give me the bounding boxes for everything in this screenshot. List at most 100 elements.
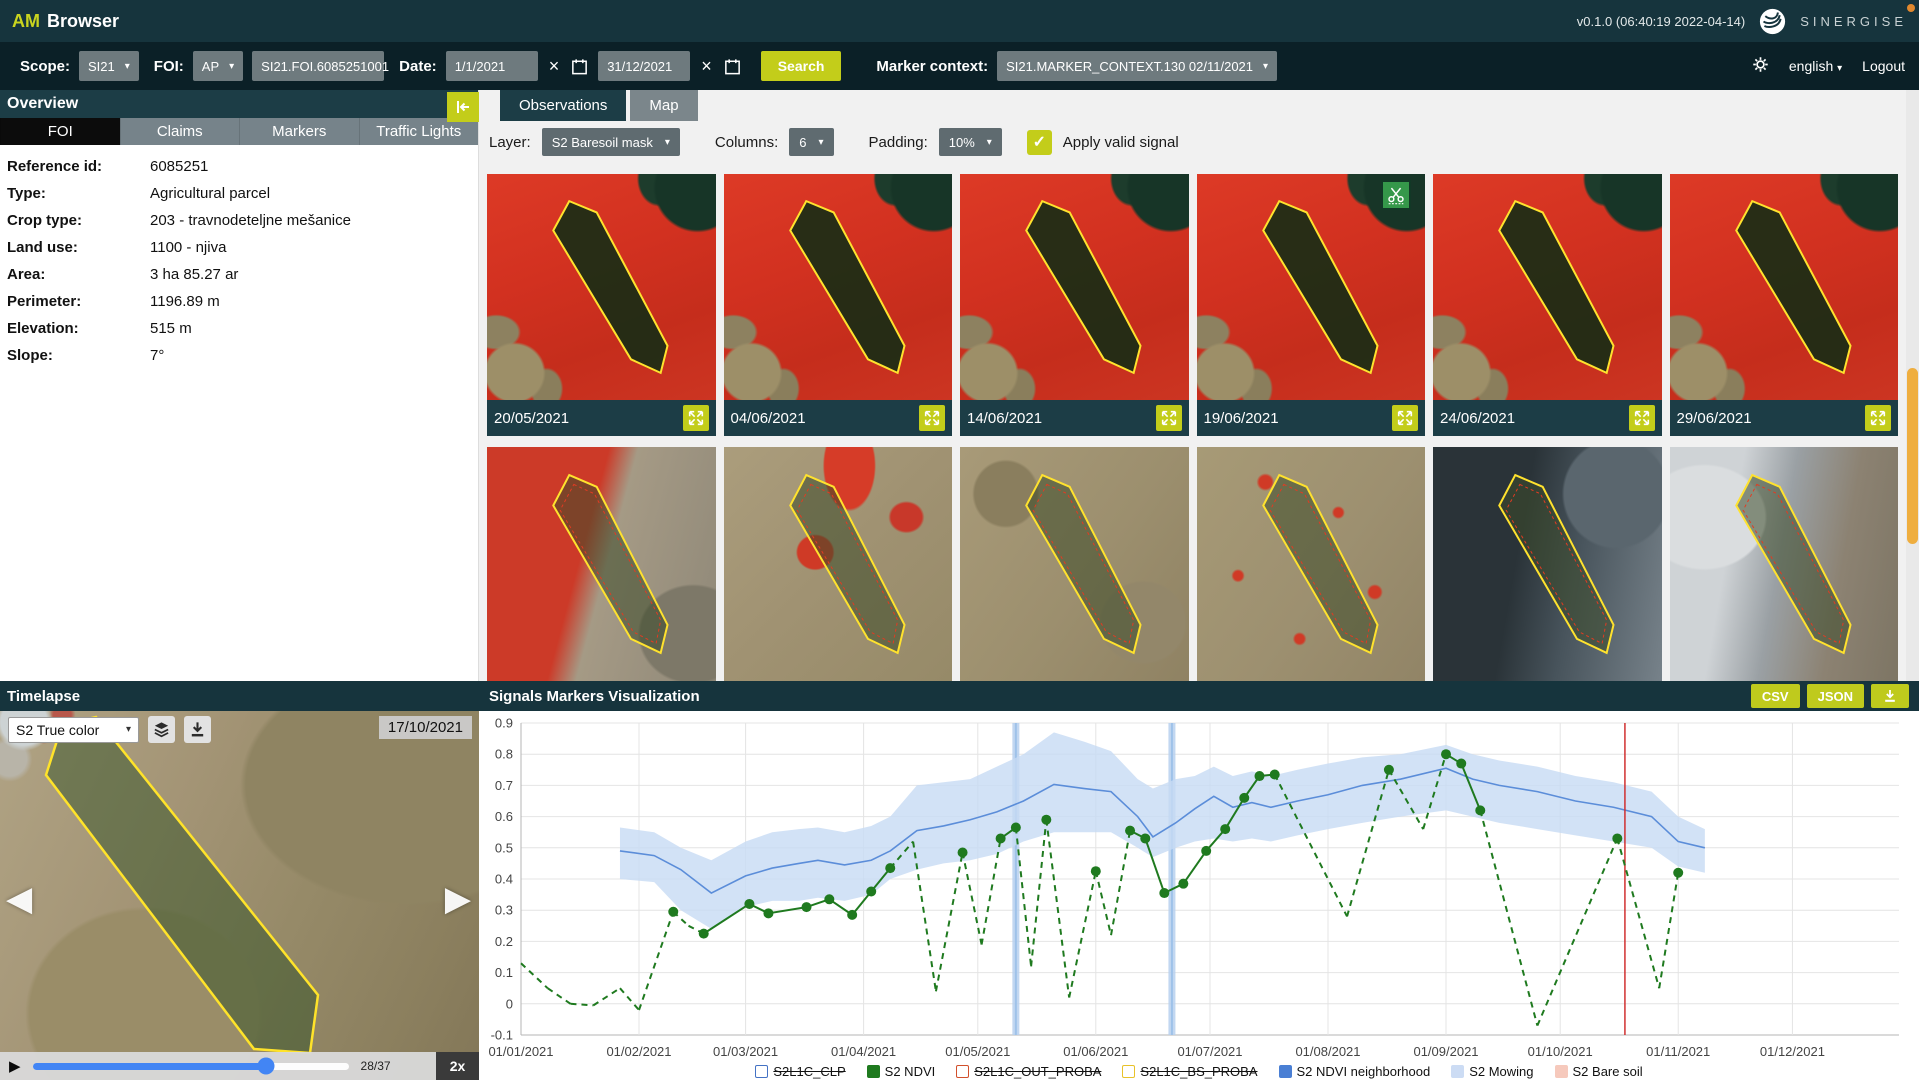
expand-tile-button[interactable]	[1629, 405, 1655, 431]
legend-item[interactable]: S2L1C_CLP	[755, 1064, 845, 1079]
apply-valid-signal-checkbox[interactable]: ✓	[1027, 130, 1052, 155]
observation-image[interactable]	[960, 447, 1189, 681]
language-select[interactable]: english ▾	[1789, 58, 1842, 74]
field-row: Crop type: 203 - travnodeteljne mešanice	[0, 208, 478, 235]
legend-item[interactable]: S2 Bare soil	[1555, 1064, 1643, 1079]
legend-item[interactable]: S2 Mowing	[1451, 1064, 1533, 1079]
foi-id-input[interactable]: SI21.FOI.6085251001	[252, 51, 384, 81]
calendar-icon[interactable]	[723, 57, 742, 76]
foi-type-select[interactable]: AP▾	[193, 51, 243, 81]
play-button[interactable]: ▶	[9, 1057, 21, 1075]
sidebar-tab-claims[interactable]: Claims	[120, 118, 240, 145]
speed-button[interactable]: 2x	[436, 1052, 479, 1080]
observation-tile[interactable]: 20/05/2021	[487, 174, 716, 436]
logout-button[interactable]: Logout	[1862, 58, 1905, 74]
check-icon: ✓	[1033, 132, 1046, 152]
padding-label: Padding:	[869, 134, 928, 151]
foi-label: FOI:	[154, 58, 184, 75]
marker-context-select[interactable]: SI21.MARKER_CONTEXT.130 02/11/2021▾	[997, 51, 1277, 81]
observation-image[interactable]	[487, 447, 716, 681]
observation-image[interactable]	[1670, 174, 1899, 400]
observation-tile[interactable]	[1670, 447, 1899, 681]
sidebar-tab-markers[interactable]: Markers	[239, 118, 359, 145]
field-label: Reference id:	[7, 158, 102, 175]
timeline-slider[interactable]	[33, 1063, 349, 1070]
download-frame-button[interactable]	[184, 716, 211, 743]
legend-item[interactable]: S2 NDVI neighborhood	[1279, 1064, 1431, 1079]
field-value: Agricultural parcel	[150, 185, 270, 202]
date-to-input[interactable]: 31/12/2021	[598, 51, 690, 81]
layers-button[interactable]	[148, 716, 175, 743]
observation-tile[interactable]: 29/06/2021	[1670, 174, 1899, 436]
slider-thumb[interactable]	[258, 1058, 275, 1075]
observation-image[interactable]	[487, 174, 716, 400]
expand-tile-button[interactable]	[1156, 405, 1182, 431]
field-label: Elevation:	[7, 320, 79, 337]
chevron-down-icon: ▾	[665, 137, 670, 148]
expand-icon	[1396, 409, 1414, 427]
csv-export-button[interactable]: CSV	[1751, 684, 1800, 708]
observation-image[interactable]	[960, 174, 1189, 400]
columns-select[interactable]: 6▾	[789, 128, 833, 156]
observation-tile[interactable]	[1197, 447, 1426, 681]
vertical-scrollbar[interactable]	[1906, 90, 1919, 681]
clear-date-from-icon[interactable]: ×	[547, 57, 562, 75]
date-from-input[interactable]: 1/1/2021	[446, 51, 538, 81]
previous-frame-arrow[interactable]: ◀	[6, 879, 32, 919]
field-row: Reference id: 6085251	[0, 154, 478, 181]
legend-item[interactable]: S2L1C_BS_PROBA	[1122, 1064, 1257, 1079]
observation-tile[interactable]: 19/06/2021	[1197, 174, 1426, 436]
observation-tile[interactable]: 14/06/2021	[960, 174, 1189, 436]
expand-tile-button[interactable]	[919, 405, 945, 431]
observation-tile[interactable]	[487, 447, 716, 681]
observation-tile[interactable]: 24/06/2021	[1433, 174, 1662, 436]
layer-select[interactable]: S2 Baresoil mask▾	[542, 128, 680, 156]
observation-image[interactable]	[1197, 447, 1426, 681]
observation-image[interactable]	[1197, 174, 1426, 400]
observation-tile[interactable]: 04/06/2021	[724, 174, 953, 436]
search-button[interactable]: Search	[761, 51, 842, 81]
observation-image[interactable]	[1433, 447, 1662, 681]
next-frame-arrow[interactable]: ▶	[445, 879, 471, 919]
padding-select[interactable]: 10%▾	[939, 128, 1002, 156]
timelapse-layer-select[interactable]: S2 True color▾	[8, 717, 139, 743]
observation-image[interactable]	[1670, 447, 1899, 681]
sinergise-logo-icon	[1759, 8, 1786, 35]
collapse-panel-button[interactable]	[447, 92, 479, 122]
observation-tile[interactable]	[960, 447, 1189, 681]
parcel-outline	[1670, 447, 1899, 681]
legend-item[interactable]: S2L1C_OUT_PROBA	[956, 1064, 1101, 1079]
parcel-outline	[1433, 174, 1662, 400]
scrollbar-thumb[interactable]	[1907, 368, 1918, 544]
observation-image[interactable]	[1433, 174, 1662, 400]
expand-tile-button[interactable]	[1392, 405, 1418, 431]
parcel-outline	[487, 174, 716, 400]
chevron-down-icon: ▾	[1263, 61, 1268, 72]
layers-icon	[152, 720, 171, 739]
calendar-icon[interactable]	[570, 57, 589, 76]
svg-text:0.3: 0.3	[495, 903, 513, 918]
scope-select[interactable]: SI21▾	[79, 51, 139, 81]
svg-text:0.8: 0.8	[495, 747, 513, 762]
legend-label: S2L1C_OUT_PROBA	[974, 1064, 1101, 1079]
expand-tile-button[interactable]	[1865, 405, 1891, 431]
clear-date-to-icon[interactable]: ×	[699, 57, 714, 75]
observation-image[interactable]	[724, 174, 953, 400]
settings-gear-icon[interactable]	[1752, 56, 1769, 76]
json-export-button[interactable]: JSON	[1807, 684, 1864, 708]
sidebar-tab-foi[interactable]: FOI	[0, 118, 120, 145]
legend-item[interactable]: S2 NDVI	[867, 1064, 936, 1079]
observation-tile[interactable]	[724, 447, 953, 681]
tab-observations[interactable]: Observations	[500, 90, 626, 121]
observation-image[interactable]	[724, 447, 953, 681]
observations-tabs: ObservationsMap	[479, 90, 1906, 121]
overview-panel: Overview FOIClaimsMarkersTraffic Lights …	[0, 90, 479, 681]
title-bar: AM Browser v0.1.0 (06:40:19 2022-04-14) …	[0, 0, 1919, 42]
download-chart-button[interactable]	[1871, 684, 1909, 708]
field-label: Slope:	[7, 347, 53, 364]
observation-tile[interactable]	[1433, 447, 1662, 681]
expand-tile-button[interactable]	[683, 405, 709, 431]
sidebar-tab-traffic-lights[interactable]: Traffic Lights	[359, 118, 479, 145]
download-icon	[1882, 688, 1898, 704]
tab-map[interactable]: Map	[630, 90, 697, 121]
